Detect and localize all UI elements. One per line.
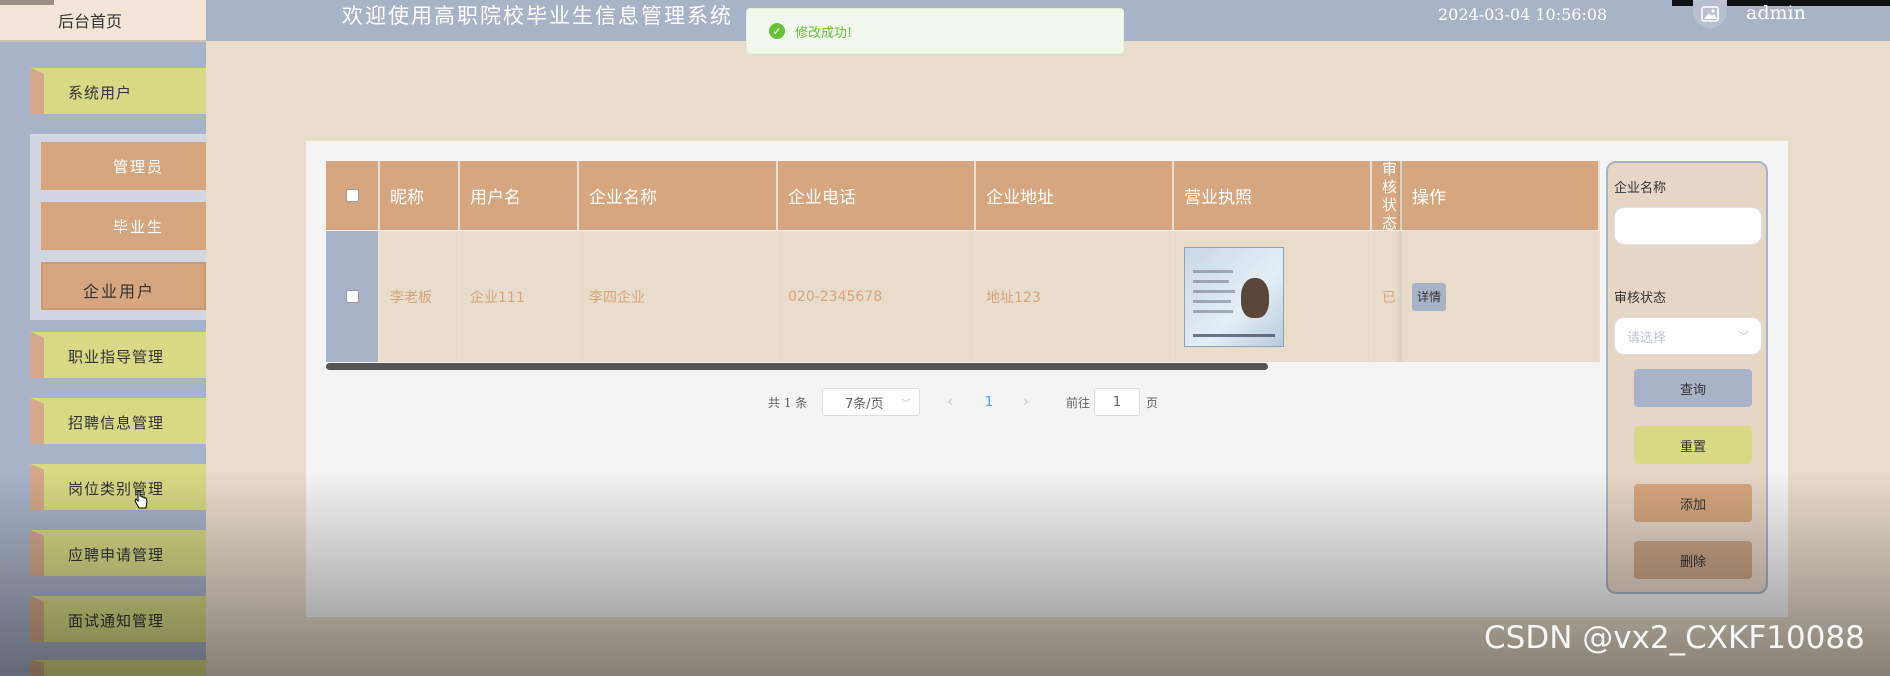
- success-check-icon: ✓: [769, 23, 785, 39]
- sidebar-item-label: 应聘申请管理: [68, 546, 165, 564]
- header-select-all[interactable]: [326, 161, 380, 230]
- company-name-label: 企业名称: [1614, 181, 1667, 196]
- table-scrollbar[interactable]: [326, 363, 1268, 370]
- submenu-item-label: 管理员: [113, 158, 165, 176]
- page-suffix: 页: [1146, 395, 1159, 410]
- data-table: 昵称 用户名 企业名称 企业电话 企业地址 营业执照 审核状态 操作 李老板 企…: [326, 161, 1600, 362]
- home-label: 后台首页: [58, 12, 123, 31]
- menu-fold-decoration: [30, 596, 44, 642]
- cell-action: 详情: [1402, 231, 1600, 362]
- select-all-checkbox[interactable]: [345, 189, 359, 202]
- menu-fold-decoration: [30, 332, 44, 378]
- chevron-down-icon: ﹀: [1738, 330, 1749, 343]
- sidebar-item-job-category[interactable]: 岗位类别管理: [30, 464, 206, 510]
- menu-fold-decoration: [30, 660, 44, 676]
- goto-page-input[interactable]: 1: [1094, 388, 1140, 416]
- column-header: 用户名: [460, 161, 579, 230]
- sidebar-item-label: 系统用户: [68, 84, 133, 102]
- menu-fold-decoration: [30, 398, 44, 444]
- sidebar-item-interview-notice[interactable]: 面试通知管理: [30, 596, 206, 642]
- next-page-button[interactable]: ›: [1012, 388, 1040, 416]
- success-toast: ✓ 修改成功!: [746, 8, 1124, 54]
- column-header: 企业地址: [976, 161, 1174, 230]
- sidebar-item-next[interactable]: [30, 660, 206, 676]
- sidebar-item-label: 面试通知管理: [68, 612, 165, 630]
- table-row: 李老板 企业111 李四企业 020-2345678 地址123 已 详情: [326, 231, 1600, 362]
- business-license-image[interactable]: [1184, 246, 1284, 347]
- cell-address: 地址123: [976, 231, 1174, 362]
- page-number[interactable]: 1: [970, 388, 1008, 416]
- sidebar-item-label: 招聘信息管理: [68, 414, 165, 432]
- column-header: 企业电话: [778, 161, 976, 230]
- toast-message: 修改成功!: [795, 25, 853, 41]
- chevron-down-icon: ﹀: [901, 399, 911, 410]
- sidebar: 系统用户 管理员 毕业生 企业用户 职业指导管理 招聘信息管理 岗位类别管理 应…: [0, 42, 206, 676]
- cell-company: 李四企业: [579, 231, 778, 362]
- delete-button[interactable]: 删除: [1634, 541, 1752, 579]
- page-size-value: 7条/页: [845, 396, 884, 412]
- sidebar-item-career-guidance[interactable]: 职业指导管理: [30, 332, 206, 378]
- status-placeholder: 请选择: [1627, 330, 1667, 346]
- menu-fold-decoration: [30, 68, 44, 114]
- reset-button[interactable]: 重置: [1634, 426, 1752, 464]
- menu-fold-decoration: [30, 530, 44, 576]
- pagination-total: 共 1 条: [768, 395, 808, 410]
- sidebar-item-recruitment[interactable]: 招聘信息管理: [30, 398, 206, 444]
- add-button[interactable]: 添加: [1634, 484, 1752, 522]
- submenu-item-graduates[interactable]: 毕业生: [41, 202, 206, 250]
- sidebar-item-label: 岗位类别管理: [68, 480, 165, 498]
- goto-label: 前往: [1066, 395, 1091, 410]
- avatar-image-icon[interactable]: [1693, 0, 1727, 28]
- page-size-select[interactable]: 7条/页 ﹀: [822, 388, 920, 416]
- home-tab[interactable]: 后台首页: [0, 0, 206, 42]
- column-header: 审核状态: [1372, 161, 1402, 230]
- sidebar-item-applications[interactable]: 应聘申请管理: [30, 530, 206, 576]
- column-header: 昵称: [380, 161, 460, 230]
- search-panel: 企业名称 审核状态 请选择 ﹀ 查询 重置 添加 删除: [1606, 161, 1768, 594]
- cell-phone: 020-2345678: [778, 231, 976, 362]
- sidebar-item-system-users[interactable]: 系统用户: [30, 68, 206, 114]
- cell-nickname: 李老板: [380, 231, 460, 362]
- hand-cursor-icon: [134, 490, 148, 509]
- user-name[interactable]: admin: [1746, 2, 1806, 24]
- submenu-item-enterprise-users[interactable]: 企业用户: [41, 262, 206, 310]
- tab-indicator: [0, 0, 54, 5]
- menu-fold-decoration: [30, 464, 44, 510]
- column-header: 营业执照: [1174, 161, 1372, 230]
- submenu-item-admin[interactable]: 管理员: [41, 142, 206, 190]
- cell-username: 企业111: [460, 231, 579, 362]
- column-header: 操作: [1402, 161, 1600, 230]
- site-title: 欢迎使用高职院校毕业生信息管理系统: [342, 4, 733, 28]
- cell-license: [1174, 231, 1372, 362]
- submenu-item-label: 企业用户: [83, 282, 156, 301]
- sidebar-item-label: 职业指导管理: [68, 348, 165, 366]
- row-select-cell[interactable]: [326, 231, 380, 362]
- status-select[interactable]: 请选择 ﹀: [1614, 317, 1762, 355]
- company-name-input[interactable]: [1614, 207, 1762, 245]
- cell-status: 已: [1372, 231, 1402, 362]
- row-checkbox[interactable]: [345, 290, 359, 303]
- datetime-display: 2024-03-04 10:56:08: [1438, 5, 1608, 24]
- status-label: 审核状态: [1614, 291, 1667, 306]
- watermark: CSDN @vx2_CXKF10088: [1484, 620, 1865, 656]
- detail-button[interactable]: 详情: [1412, 282, 1446, 311]
- query-button[interactable]: 查询: [1634, 369, 1752, 407]
- submenu-item-label: 毕业生: [113, 218, 165, 236]
- prev-page-button[interactable]: ‹: [936, 388, 964, 416]
- column-header: 企业名称: [579, 161, 778, 230]
